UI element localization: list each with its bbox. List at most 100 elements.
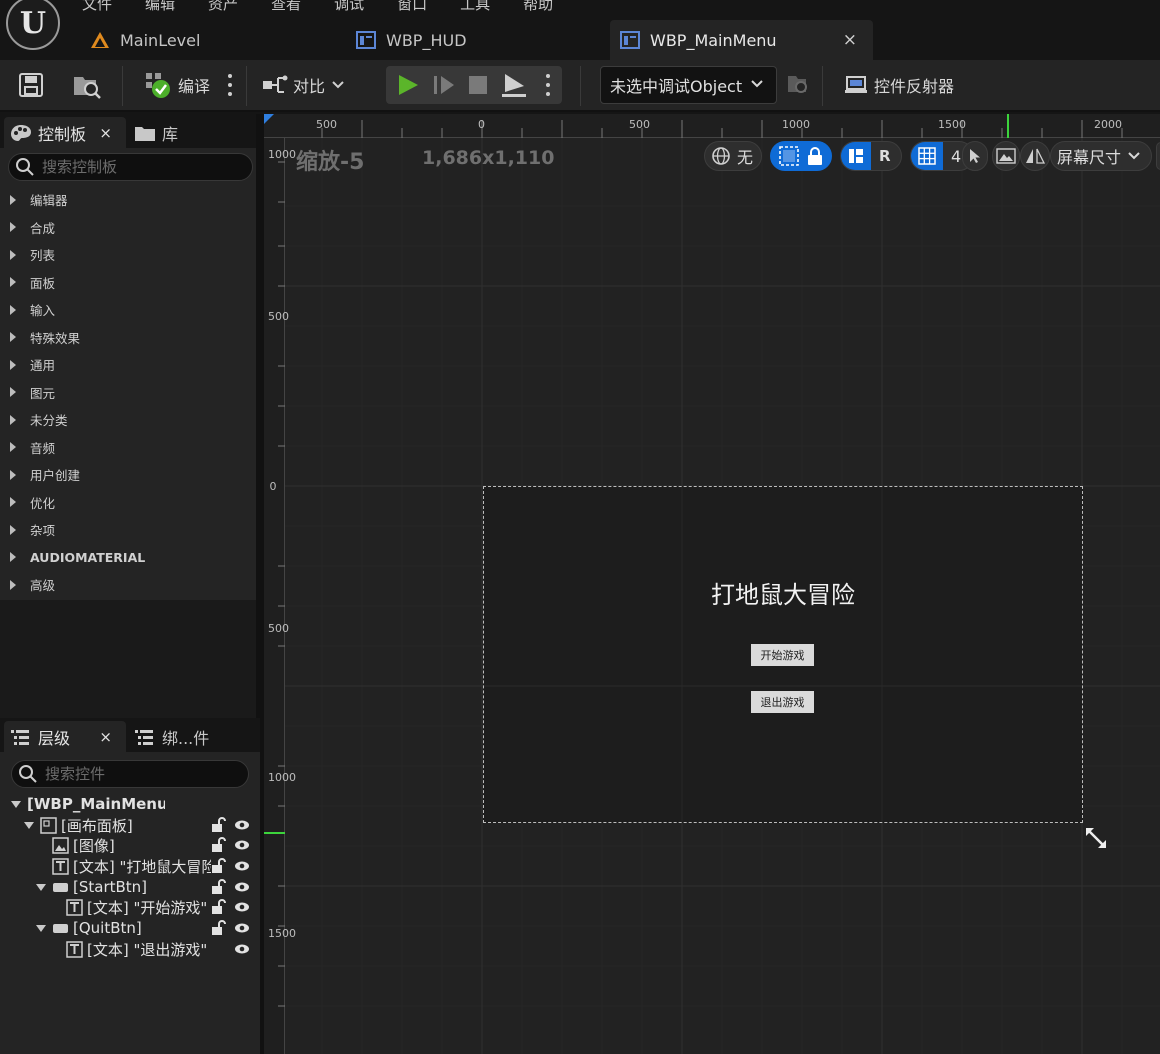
tree-row-root[interactable]: [WBP_MainMenu] [0,794,256,815]
eye-icon[interactable] [234,879,250,895]
menu-asset[interactable]: 资产 [208,0,238,14]
menu-tools[interactable]: 工具 [460,0,490,14]
compile-options-icon[interactable] [228,74,232,96]
widget-design-surface[interactable]: 打地鼠大冒险 开始游戏 退出游戏 [483,486,1083,823]
palette-search-box [8,153,253,181]
tab-mainlevel[interactable]: MainLevel [90,20,200,60]
palette-category[interactable]: 列表 [0,241,260,269]
toolbar-separator [822,66,823,106]
eye-icon[interactable] [234,920,250,936]
ruler-label: 500 [629,118,650,131]
unreal-logo-icon[interactable]: U [6,0,60,50]
eject-icon[interactable] [500,72,528,98]
viewport-toolbar-overflow[interactable] [1156,142,1160,170]
tab-hierarchy[interactable]: 层级 × [4,721,126,752]
world-toggle[interactable]: 无 [704,141,762,171]
screen-size-select[interactable]: 屏幕尺寸 [1050,141,1152,171]
tree-row-title-text[interactable]: [文本] "打地鼠大冒险" [0,856,256,877]
browse-button[interactable] [72,60,102,110]
play-icon[interactable] [396,74,420,96]
hierarchy-search-input[interactable] [45,765,235,783]
debug-object-select[interactable]: 未选中调试Object [600,66,777,104]
widget-reflector-button[interactable]: 控件反射器 [844,60,954,110]
start-game-button[interactable]: 开始游戏 [751,644,814,666]
tree-row-image[interactable]: [图像] [0,835,256,856]
tree-row-start-text[interactable]: [文本] "开始游戏" [0,897,256,918]
menu-debug[interactable]: 调试 [334,0,364,14]
play-options-icon[interactable] [546,74,550,96]
menu-help[interactable]: 帮助 [523,0,553,14]
menu-view[interactable]: 查看 [271,0,301,14]
flip-button[interactable] [1020,141,1050,171]
hierarchy-icon [11,729,29,745]
palette-category[interactable]: 输入 [0,296,260,324]
quit-game-button[interactable]: 退出游戏 [751,691,814,713]
menu-window[interactable]: 窗口 [397,0,427,14]
designer-viewport[interactable]: 500 0 500 1000 1500 2000 1000 500 0 500 … [264,114,1160,1054]
palette-category[interactable]: 用户创建 [0,461,260,489]
save-button[interactable] [18,60,44,110]
tree-row-canvas[interactable]: [画布面板] [0,815,256,836]
tab-wbp-mainmenu[interactable]: WBP_MainMenu × [610,20,873,60]
close-tab-icon[interactable]: × [843,30,857,50]
unlock-icon[interactable] [210,816,226,833]
eye-icon[interactable] [234,899,250,915]
tab-wbp-hud[interactable]: WBP_HUD [356,20,467,60]
palette-category[interactable]: 杂项 [0,516,260,544]
close-tab-icon[interactable]: × [99,124,112,142]
palette-category[interactable]: 编辑器 [0,186,260,214]
tree-row-start-btn[interactable]: [StartBtn] [0,877,256,898]
unlock-icon[interactable] [210,878,226,895]
palette-category[interactable]: 未分类 [0,406,260,434]
compile-button[interactable]: 编译 [144,60,210,110]
eye-icon[interactable] [234,817,250,833]
grid-toggle[interactable] [911,142,943,170]
tree-row-quit-text[interactable]: [文本] "退出游戏" [0,939,256,960]
advance-frame-icon[interactable] [432,74,456,96]
palette-category[interactable]: 图元 [0,379,260,407]
tree-row-quit-btn[interactable]: [QuitBtn] [0,918,256,939]
palette-search-input[interactable] [42,158,232,176]
unlock-icon[interactable] [210,858,226,874]
palette-category[interactable]: 面板 [0,269,260,297]
palette-category[interactable]: 优化 [0,489,260,517]
unlock-icon[interactable] [210,899,226,915]
diff-button[interactable]: 对比 [262,60,345,110]
unlock-icon[interactable] [210,920,226,936]
stop-icon[interactable] [468,75,488,95]
collapse-arrow-icon[interactable] [36,883,46,891]
layout-toggle[interactable] [841,142,871,170]
debug-search-icon[interactable] [786,72,810,96]
unlock-icon[interactable] [210,837,226,853]
expand-arrow-icon [10,304,16,315]
resize-handle-icon[interactable] [1084,826,1108,850]
collapse-arrow-icon[interactable] [11,800,21,808]
pointer-button[interactable] [962,141,988,171]
palette-category[interactable]: AUDIOMATERIAL [0,544,260,572]
palette-category[interactable]: 高级 [0,571,260,599]
tab-bind-widgets[interactable]: 绑...件 [134,721,209,752]
collapse-arrow-icon[interactable] [24,821,34,829]
collapse-arrow-icon[interactable] [36,924,46,932]
widget-blueprint-icon [356,31,376,49]
palette-category[interactable]: 通用 [0,351,260,379]
transform-lock-toggle[interactable] [770,141,832,171]
close-tab-icon[interactable]: × [99,728,112,746]
eye-icon[interactable] [234,941,250,957]
expand-arrow-icon [10,552,16,563]
image-preview-button[interactable] [992,141,1020,171]
eye-icon[interactable] [234,837,250,853]
palette-category[interactable]: 音频 [0,434,260,462]
respect-locks-toggle[interactable]: R [840,141,902,171]
menu-file[interactable]: 文件 [82,0,112,14]
palette-panel: 控制板 × 库 编辑器 合成 列表 面板 输入 特殊效果 通用 图元 未分类 音… [0,114,260,600]
palette-category[interactable]: 特殊效果 [0,324,260,352]
bind-tab-label: 绑...件 [162,728,210,748]
palette-category[interactable]: 合成 [0,214,260,242]
menu-edit[interactable]: 编辑 [145,0,175,14]
tab-palette[interactable]: 控制板 × [4,117,126,148]
tab-library[interactable]: 库 [134,117,178,148]
library-tab-label: 库 [162,124,179,144]
compile-check-icon [146,73,170,98]
eye-icon[interactable] [234,858,250,874]
